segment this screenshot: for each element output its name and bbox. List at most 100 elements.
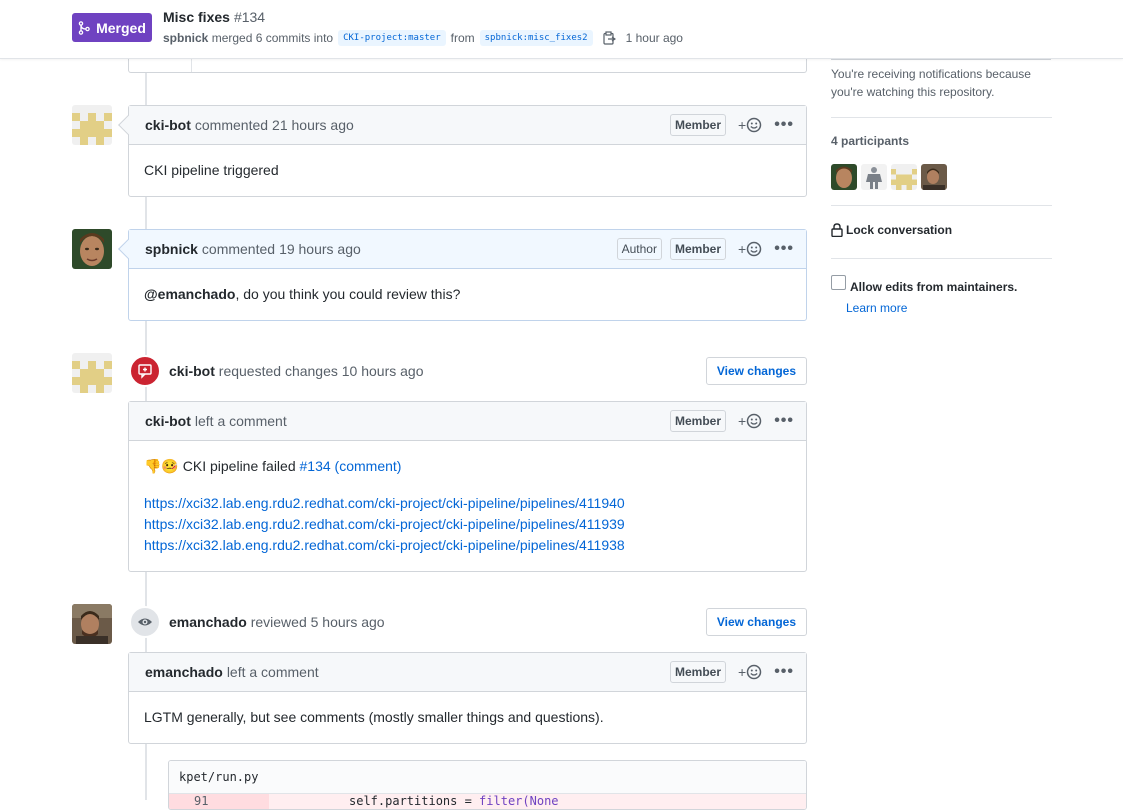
comment-cki-bot-1: cki-bot commented 21 hours ago Member + … <box>118 105 807 197</box>
emoji-thumbsdown-sick: 👎🤒 <box>144 458 179 474</box>
file-path[interactable]: kpet/run.py <box>179 770 258 784</box>
view-changes-button[interactable]: View changes <box>705 357 807 385</box>
comment-body: , do you think you could review this? <box>235 286 461 302</box>
allow-edits-label[interactable]: Allow edits from maintainers. <box>850 280 1017 294</box>
add-reaction-button[interactable]: + <box>738 664 762 680</box>
comment-time[interactable]: 21 hours ago <box>272 117 354 133</box>
more-options-icon[interactable]: ••• <box>774 240 794 258</box>
smiley-icon <box>746 117 762 133</box>
comment-action: left a comment <box>226 664 319 680</box>
user-mention[interactable]: @emanchado <box>144 286 235 302</box>
comment-link[interactable]: #134 (comment) <box>300 458 402 474</box>
event-author[interactable]: emanchado <box>169 614 247 630</box>
event-action: reviewed <box>250 614 307 630</box>
more-options-icon[interactable]: ••• <box>774 116 794 134</box>
member-badge: Member <box>669 238 726 260</box>
lock-conversation-link[interactable]: Lock conversation <box>831 223 952 237</box>
add-reaction-button[interactable]: + <box>738 117 762 133</box>
eye-icon <box>129 606 161 638</box>
comment-body: CKI pipeline triggered <box>144 162 279 178</box>
comment-action: left a comment <box>194 413 287 429</box>
review-event-changes-requested: cki-bot requested changes 10 hours ago V… <box>128 351 807 391</box>
comment-header: cki-bot left a comment Member + ••• <box>129 402 806 441</box>
code-text: self.partitions = <box>349 794 480 808</box>
sidebar-divider <box>831 205 1052 206</box>
member-badge: Member <box>669 410 726 432</box>
pipeline-link[interactable]: https://xci32.lab.eng.rdu2.redhat.com/ck… <box>144 514 791 535</box>
review-comment-cki-bot: cki-bot left a comment Member + ••• 👎🤒 C… <box>128 401 807 572</box>
code-function: filter(None <box>479 794 559 808</box>
participant-avatar[interactable] <box>861 164 887 190</box>
add-reaction-button[interactable]: + <box>738 241 762 257</box>
pr-title: Misc fixes #134 <box>163 9 265 25</box>
from-text: from <box>450 31 475 45</box>
notification-button-edge <box>831 59 1051 60</box>
event-time[interactable]: 10 hours ago <box>342 363 424 379</box>
comment-action: commented <box>194 117 269 133</box>
author-badge: Author <box>616 238 662 260</box>
review-file-diff: kpet/run.py 91 self.partitions = filter(… <box>168 760 807 810</box>
smiley-icon <box>746 664 762 680</box>
event-action: requested changes <box>218 363 338 379</box>
allow-edits-row: Allow edits from maintainers. <box>831 275 1017 294</box>
review-comment-emanchado: emanchado left a comment Member + ••• LG… <box>128 652 807 744</box>
smiley-icon <box>746 241 762 257</box>
view-changes-button[interactable]: View changes <box>705 608 807 636</box>
comment-body: LGTM generally, but see comments (mostly… <box>144 709 604 725</box>
avatar-spbnick[interactable] <box>72 229 112 269</box>
comment-time[interactable]: 19 hours ago <box>279 241 361 257</box>
comment-header: spbnick commented 19 hours ago Author Me… <box>129 230 806 269</box>
line-number[interactable]: 91 <box>169 794 269 809</box>
member-badge: Member <box>669 114 726 136</box>
participants-list <box>831 164 947 190</box>
pr-author[interactable]: spbnick <box>163 31 208 45</box>
event-time[interactable]: 5 hours ago <box>311 614 385 630</box>
clipboard-icon[interactable] <box>602 31 616 45</box>
comment-spbnick: spbnick commented 19 hours ago Author Me… <box>118 229 807 321</box>
participant-avatar[interactable] <box>831 164 857 190</box>
base-branch[interactable]: CKI-project:master <box>338 30 446 46</box>
merge-time[interactable]: 1 hour ago <box>626 31 683 45</box>
comment-author[interactable]: cki-bot <box>145 413 191 429</box>
participants-heading: 4 participants <box>831 134 910 148</box>
pr-meta: spbnick merged 6 commits into CKI-projec… <box>163 30 683 46</box>
pipeline-link[interactable]: https://xci32.lab.eng.rdu2.redhat.com/ck… <box>144 493 791 514</box>
pr-number: #134 <box>233 9 266 25</box>
notification-reason: You're receiving notifications because y… <box>831 67 1031 99</box>
comment-action: commented <box>201 241 276 257</box>
participant-avatar[interactable] <box>891 164 917 190</box>
comment-header: emanchado left a comment Member + ••• <box>129 653 806 692</box>
learn-more-link[interactable]: Learn more <box>846 301 907 315</box>
pr-title-text: Misc fixes <box>163 9 230 25</box>
request-changes-icon <box>129 355 161 387</box>
event-author[interactable]: cki-bot <box>169 363 215 379</box>
merge-icon <box>78 20 90 35</box>
avatar-emanchado[interactable] <box>72 604 112 644</box>
pipeline-link[interactable]: https://xci32.lab.eng.rdu2.redhat.com/ck… <box>144 535 791 556</box>
lock-conversation-label[interactable]: Lock conversation <box>846 223 952 237</box>
member-badge: Member <box>669 661 726 683</box>
comment-author[interactable]: emanchado <box>145 664 223 680</box>
comment-header: cki-bot commented 21 hours ago Member + … <box>129 106 806 145</box>
sticky-pr-header: Merged Misc fixes #134 spbnick merged 6 c… <box>0 0 1123 59</box>
merge-text: merged 6 commits into <box>211 31 334 45</box>
more-options-icon[interactable]: ••• <box>774 412 794 430</box>
state-label: Merged <box>96 19 146 36</box>
comment-author[interactable]: spbnick <box>145 241 198 257</box>
lock-icon <box>831 223 843 237</box>
review-event-reviewed: emanchado reviewed 5 hours ago View chan… <box>128 602 807 642</box>
merged-state-badge: Merged <box>72 13 152 42</box>
diff-line: 91 self.partitions = filter(None <box>169 794 806 809</box>
add-reaction-button[interactable]: + <box>738 413 762 429</box>
sidebar-divider <box>831 258 1052 259</box>
allow-edits-checkbox[interactable] <box>831 275 846 290</box>
sidebar-divider <box>831 117 1052 118</box>
comment-text: CKI pipeline failed <box>178 458 300 474</box>
smiley-icon <box>746 413 762 429</box>
more-options-icon[interactable]: ••• <box>774 663 794 681</box>
avatar-cki-bot[interactable] <box>72 353 112 393</box>
avatar-cki-bot[interactable] <box>72 105 112 145</box>
head-branch[interactable]: spbnick:misc_fixes2 <box>479 30 593 46</box>
comment-author[interactable]: cki-bot <box>145 117 191 133</box>
participant-avatar[interactable] <box>921 164 947 190</box>
